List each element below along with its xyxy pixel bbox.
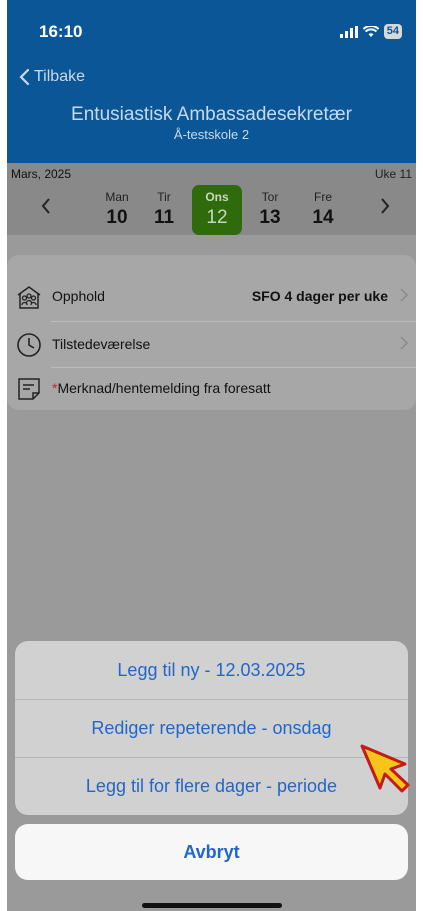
week-selector: Mars, 2025 Uke 11 Man 10 Tir 11 Ons 12 T…	[7, 163, 416, 235]
chevron-right-icon	[400, 288, 408, 302]
add-multiple-days-button[interactable]: Legg til for flere dager - periode	[15, 757, 408, 815]
edit-repeating-button[interactable]: Rediger repeterende - onsdag	[15, 699, 408, 757]
back-button[interactable]: Tilbake	[19, 68, 85, 86]
attendance-row[interactable]: Tilstedeværelse	[7, 321, 416, 367]
action-sheet: Legg til ny - 12.03.2025 Rediger repeter…	[15, 641, 408, 815]
stay-value: SFO 4 dager per uke	[251, 288, 388, 304]
pointer-cursor-icon	[360, 744, 410, 793]
page-title: Entusiastisk Ambassadesekretær	[71, 104, 352, 125]
back-label: Tilbake	[34, 68, 85, 85]
details-card: Opphold SFO 4 dager per uke Tilstedevære…	[7, 255, 416, 410]
status-icons: 54	[339, 24, 402, 39]
note-label-text: Merknad/hentemelding fra foresatt	[57, 380, 271, 396]
note-label: *Merknad/hentemelding fra foresatt	[52, 380, 271, 396]
battery-icon: 54	[383, 24, 402, 39]
clock-icon	[17, 333, 41, 357]
note-icon	[18, 378, 40, 400]
stay-row[interactable]: Opphold SFO 4 dager per uke	[7, 273, 416, 319]
chevron-left-icon	[19, 68, 30, 86]
group-house-icon	[17, 286, 41, 309]
page-subtitle: Å-testskole 2	[173, 127, 250, 142]
header: 16:10 54 Tilbake Entusiastisk Ambassades…	[7, 0, 416, 163]
month-label: Mars, 2025	[11, 167, 72, 181]
add-new-button[interactable]: Legg til ny - 12.03.2025	[15, 641, 408, 699]
day-date: 14	[312, 207, 334, 228]
day-date: 12	[206, 207, 228, 228]
day-date: 10	[106, 207, 128, 228]
day-name: Ons	[205, 190, 229, 204]
signal-icon	[339, 25, 358, 38]
chevron-right-icon	[400, 336, 408, 350]
note-row[interactable]: *Merknad/hentemelding fra foresatt	[7, 365, 416, 411]
day-name: Tir	[157, 190, 171, 204]
status-bar: 16:10 54	[7, 22, 416, 46]
day-name: Man	[105, 190, 129, 204]
wifi-icon	[362, 25, 379, 37]
day-tuesday[interactable]: Tir 11	[139, 185, 189, 235]
day-name: Tor	[261, 190, 279, 204]
cancel-button[interactable]: Avbryt	[15, 824, 408, 880]
next-week-icon[interactable]	[379, 197, 391, 215]
day-friday[interactable]: Fre 14	[298, 185, 348, 235]
app-screen: 16:10 54 Tilbake Entusiastisk Ambassades…	[7, 0, 416, 911]
status-time: 16:10	[39, 22, 83, 41]
day-name: Fre	[314, 190, 332, 204]
day-wednesday-selected[interactable]: Ons 12	[192, 185, 242, 235]
attendance-label: Tilstedeværelse	[52, 336, 151, 352]
stay-label: Opphold	[52, 288, 105, 304]
home-indicator	[142, 903, 282, 908]
week-label: Uke 11	[374, 167, 412, 181]
day-thursday[interactable]: Tor 13	[245, 185, 295, 235]
day-monday[interactable]: Man 10	[92, 185, 142, 235]
previous-week-icon[interactable]	[40, 197, 52, 215]
day-date: 13	[259, 207, 281, 228]
day-date: 11	[153, 207, 175, 228]
